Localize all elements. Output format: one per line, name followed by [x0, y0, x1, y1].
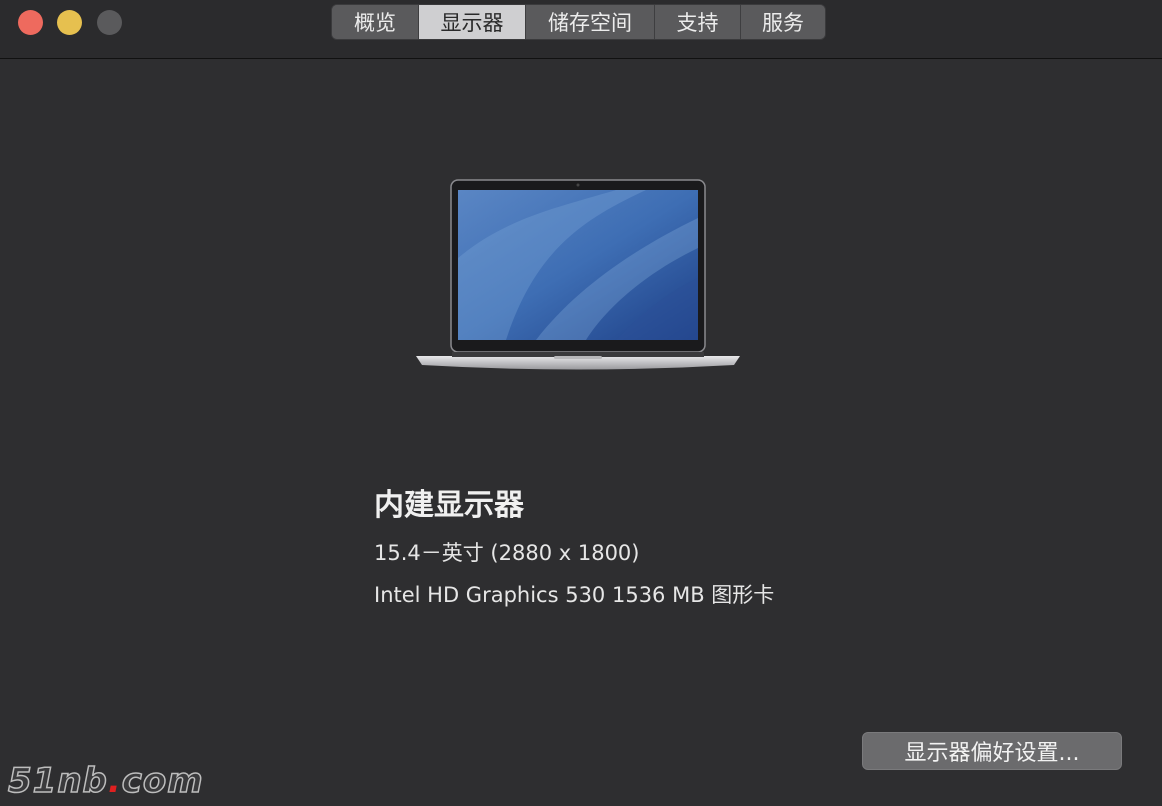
display-name: 内建显示器: [374, 488, 524, 523]
site-watermark: 51nb.com: [7, 760, 204, 802]
tab-displays[interactable]: 显示器: [418, 5, 525, 39]
display-preferences-button[interactable]: 显示器偏好设置...: [862, 732, 1122, 770]
graphics-info: Intel HD Graphics 530 1536 MB 图形卡: [374, 583, 775, 607]
display-size: 15.4－英寸 (2880 x 1800): [374, 541, 640, 565]
watermark-main: 51nb: [7, 760, 108, 802]
macbook-pro-icon: [416, 179, 740, 370]
watermark-tail: com: [121, 760, 204, 802]
tab-support[interactable]: 支持: [654, 5, 740, 39]
close-window-button[interactable]: [18, 10, 43, 35]
window-titlebar: 概览 显示器 储存空间 支持 服务: [0, 0, 1162, 59]
tab-bar: 概览 显示器 储存空间 支持 服务: [331, 4, 826, 40]
tab-storage[interactable]: 储存空间: [525, 5, 654, 39]
tab-overview[interactable]: 概览: [332, 5, 418, 39]
watermark-dot: .: [107, 761, 122, 801]
tab-service[interactable]: 服务: [740, 5, 825, 39]
zoom-window-button[interactable]: [97, 10, 122, 35]
minimize-window-button[interactable]: [57, 10, 82, 35]
